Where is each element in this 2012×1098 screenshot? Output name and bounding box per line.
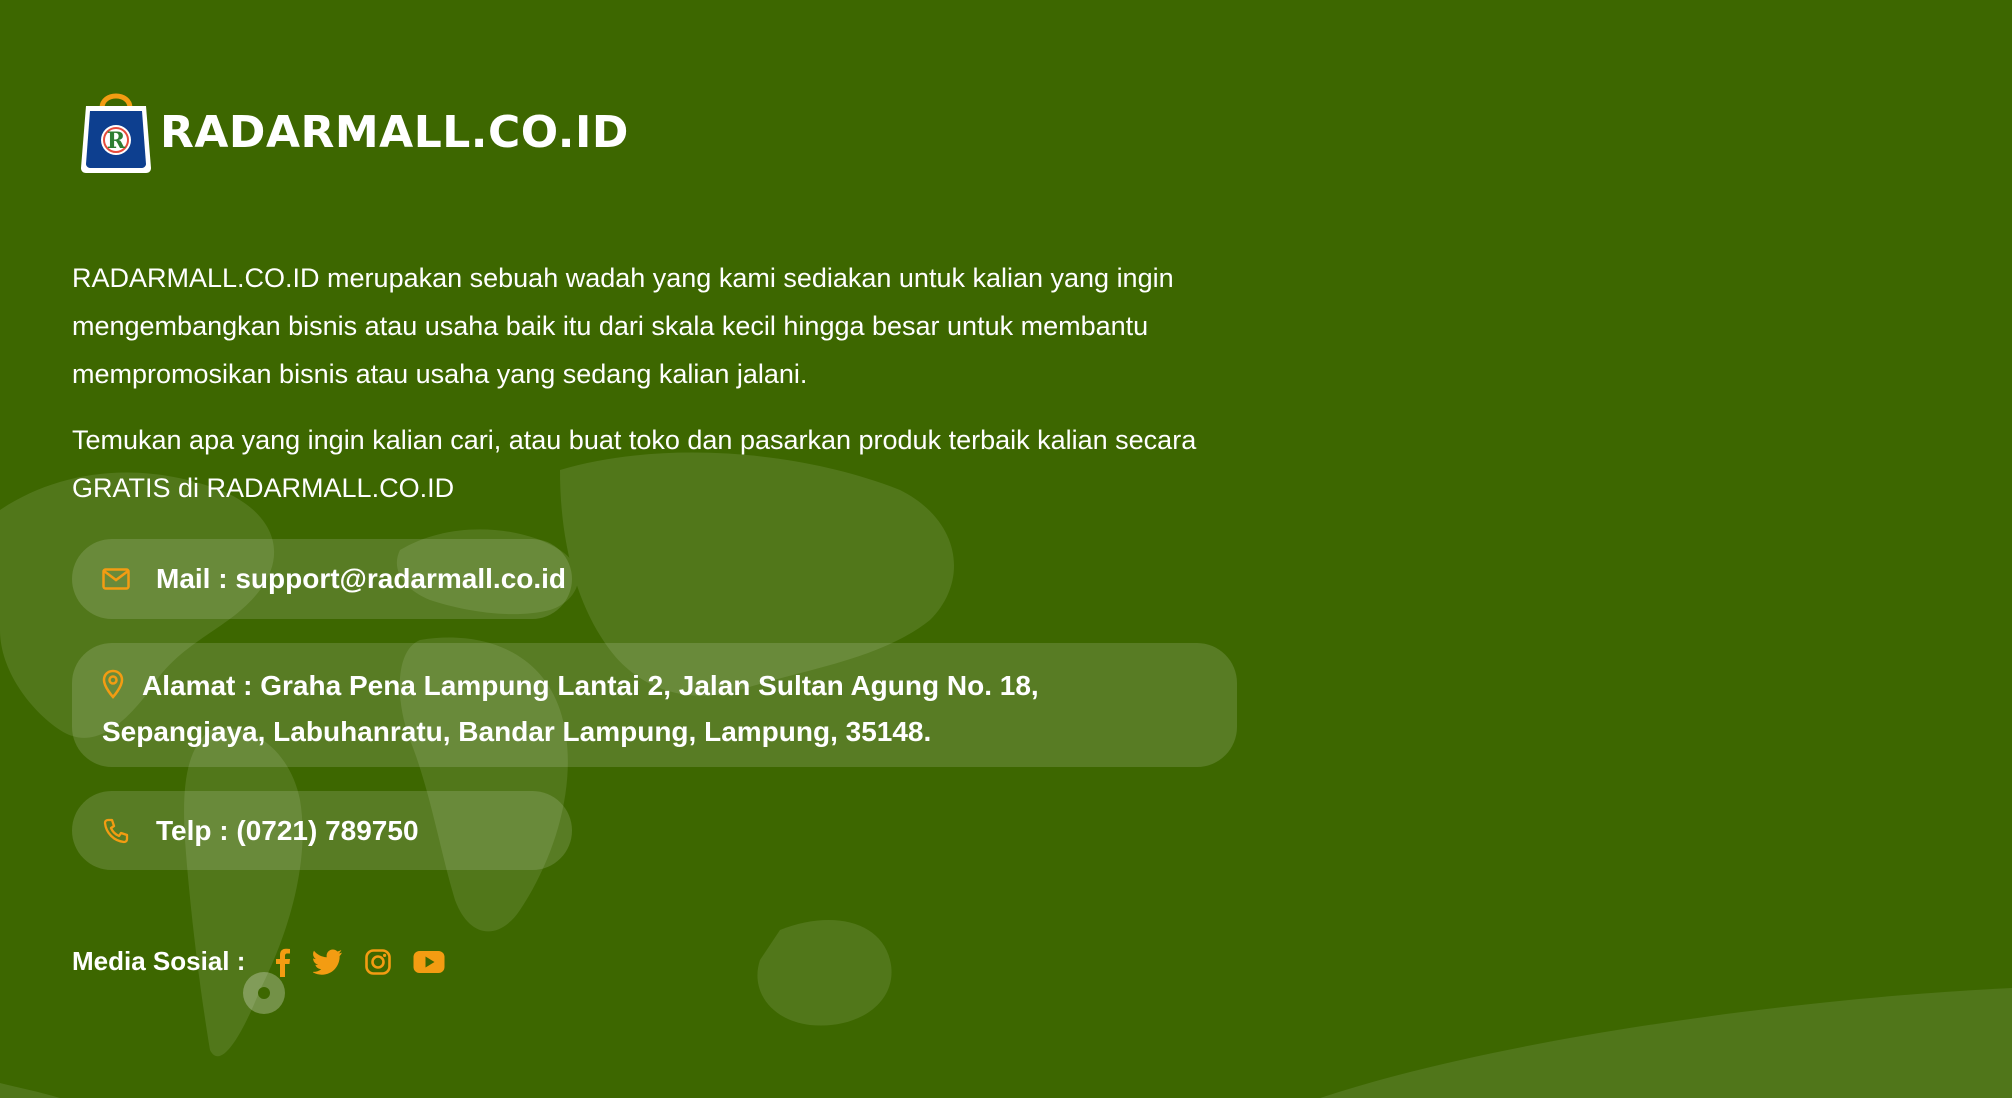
map-pin-icon <box>102 669 124 699</box>
contact-phone-text: Telp : (0721) 789750 <box>156 814 419 846</box>
scroll-indicator-dot <box>258 987 270 999</box>
bottom-wave-decoration <box>0 988 2012 1098</box>
contact-phone[interactable]: Telp : (0721) 789750 <box>72 791 572 870</box>
contact-mail[interactable]: Mail : support@radarmall.co.id <box>72 539 572 619</box>
twitter-icon[interactable] <box>313 949 343 975</box>
contact-address-text: Alamat : Graha Pena Lampung Lantai 2, Ja… <box>102 670 1039 747</box>
scroll-indicator[interactable] <box>243 972 285 1014</box>
contact-mail-text: Mail : support@radarmall.co.id <box>156 563 567 594</box>
contact-address: Alamat : Graha Pena Lampung Lantai 2, Ja… <box>72 643 1237 767</box>
phone-icon <box>102 817 130 845</box>
about-description: RADARMALL.CO.ID merupakan sebuah wadah y… <box>72 254 1252 512</box>
about-paragraph-2: Temukan apa yang ingin kalian cari, atau… <box>72 425 1197 503</box>
instagram-icon[interactable] <box>365 948 392 975</box>
svg-text:R: R <box>107 128 126 154</box>
brand-logo[interactable]: R RADARMALL.CO.ID <box>78 84 629 174</box>
about-paragraph-1: RADARMALL.CO.ID merupakan sebuah wadah y… <box>72 263 1174 389</box>
social-media-label: Media Sosial : <box>72 946 246 976</box>
facebook-icon[interactable] <box>273 947 291 977</box>
shopping-bag-logo-icon: R <box>81 93 151 173</box>
brand-name: RADARMALL.CO.ID <box>160 106 629 158</box>
envelope-icon <box>102 568 130 590</box>
youtube-icon[interactable] <box>413 950 445 974</box>
